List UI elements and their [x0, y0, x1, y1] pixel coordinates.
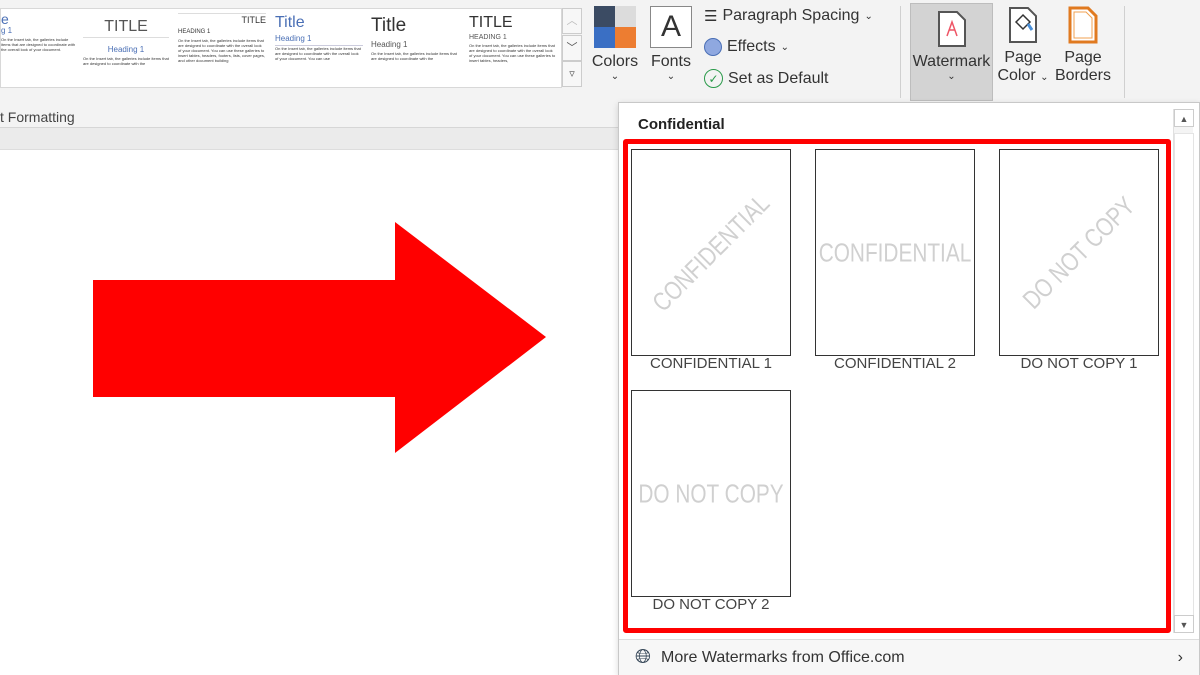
scroll-thumb[interactable]	[1174, 133, 1194, 628]
paragraph-spacing-button[interactable]: ☰ Paragraph Spacing ⌄	[704, 7, 873, 25]
fonts-icon: A	[650, 6, 692, 48]
divider	[900, 6, 901, 98]
effects-button[interactable]: Effects ⌄	[704, 38, 789, 56]
chevron-down-icon: ⌄	[780, 41, 790, 53]
page-borders-icon	[1068, 6, 1098, 44]
watermark-option-label: CONFIDENTIAL 2	[834, 355, 956, 372]
watermark-option[interactable]: DO NOT COPY	[631, 390, 791, 597]
chevron-down-icon: ⌄	[666, 71, 676, 82]
scroll-down-button[interactable]: ▼	[1174, 615, 1194, 633]
watermark-dropdown: Confidential CONFIDENTIAL CONFIDENTIAL 1 C…	[618, 102, 1200, 675]
divider	[1124, 6, 1125, 98]
watermark-option[interactable]: CONFIDENTIAL	[631, 149, 791, 356]
page-borders-button[interactable]: Page Borders	[1053, 6, 1113, 85]
scroll-up-button[interactable]: ▲	[1174, 109, 1194, 127]
watermark-option-label: DO NOT COPY 1	[1020, 355, 1138, 372]
scrollbar[interactable]: ▲ ▼	[1173, 109, 1194, 633]
checkmark-circle-icon: ✓	[704, 69, 723, 88]
chevron-down-icon: ⌄	[864, 10, 873, 22]
watermark-option-label: DO NOT COPY 2	[652, 596, 770, 613]
page-color-button[interactable]: Page Color ⌄	[995, 6, 1051, 85]
effects-icon	[704, 38, 722, 56]
globe-icon: 🌐︎	[635, 646, 651, 668]
watermark-preview-text: CONFIDENTIAL	[818, 237, 972, 267]
chevron-down-icon: ⌄	[947, 71, 956, 82]
chevron-down-icon: ⌄	[1040, 72, 1049, 83]
watermark-icon	[937, 11, 966, 47]
fonts-button[interactable]: A Fonts ⌄	[646, 6, 696, 82]
watermark-preview-text: DO NOT COPY	[638, 478, 784, 508]
section-header: Confidential	[638, 116, 725, 133]
paragraph-spacing-icon: ☰	[704, 8, 718, 25]
chevron-right-icon: ›	[1177, 648, 1183, 666]
page-color-icon	[1009, 7, 1037, 43]
more-watermarks-link[interactable]: 🌐︎ More Watermarks from Office.com ›	[619, 639, 1199, 675]
watermark-option[interactable]: DO NOT COPY	[999, 149, 1159, 356]
watermark-button[interactable]: Watermark ⌄	[910, 3, 993, 101]
watermark-option-label: CONFIDENTIAL 1	[650, 355, 772, 372]
watermark-preview-text: DO NOT COPY	[1016, 190, 1141, 315]
watermark-option[interactable]: CONFIDENTIAL	[815, 149, 975, 356]
set-as-default-button[interactable]: ✓ Set as Default	[704, 69, 829, 88]
red-arrow-annotation	[93, 222, 546, 453]
watermark-preview-text: CONFIDENTIAL	[646, 187, 776, 317]
colors-icon	[594, 6, 636, 48]
